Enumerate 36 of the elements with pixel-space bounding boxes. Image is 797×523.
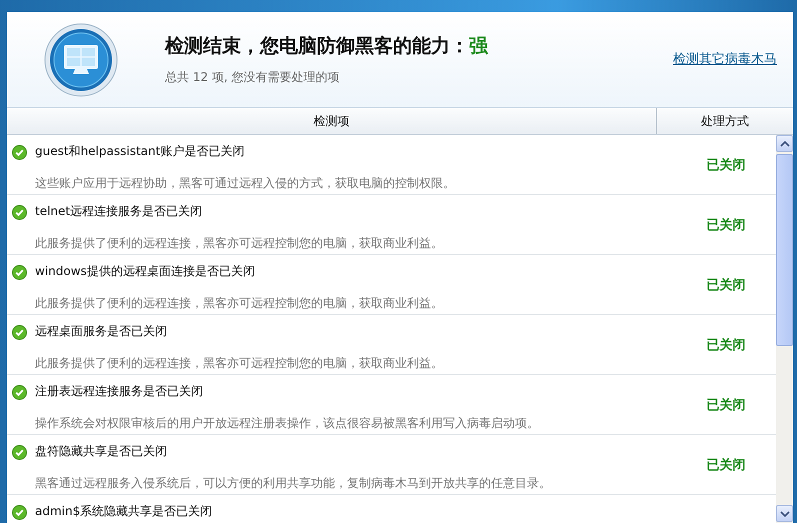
check-icon xyxy=(12,385,27,400)
check-item-description: 此服务提供了便利的远程连接，黑客亦可远程控制您的电脑，获取商业利益。 xyxy=(35,235,444,252)
check-item-title: 远程桌面服务是否已关闭 xyxy=(35,323,168,340)
check-item-title: admin$系统隐藏共享是否已关闭 xyxy=(35,503,214,520)
monitor-shield-icon xyxy=(44,22,118,96)
check-item-description: 这些账户应用于远程协助，黑客可通过远程入侵的方式，获取电脑的控制权限。 xyxy=(35,175,456,192)
check-icon xyxy=(12,505,27,520)
check-item-description: 操作系统会对权限审核后的用户开放远程注册表操作，该点很容易被黑客利用写入病毒启动项。 xyxy=(35,415,540,432)
column-header: 检测项 xyxy=(7,108,657,134)
check-item-description: 黑客通过远程服务入侵系统后，可以方便的利用共享功能，复制病毒木马到开放共享的任意目录。 xyxy=(35,475,552,492)
check-icon xyxy=(12,205,27,220)
status-text: 已关闭 xyxy=(706,276,746,294)
check-icon xyxy=(12,445,27,460)
scrollbar-thumb[interactable] xyxy=(776,154,793,346)
check-item-title: 盘符隐藏共享是否已关闭 xyxy=(35,443,168,460)
check-item-description: 此服务提供了便利的远程连接，黑客亦可远程控制您的电脑，获取商业利益。 xyxy=(35,355,444,372)
check-icon xyxy=(12,325,27,340)
scroll-down-icon[interactable] xyxy=(776,505,793,522)
status-text: 已关闭 xyxy=(706,456,746,474)
status-text: 已关闭 xyxy=(706,336,746,354)
summary-text: 总共 12 项, 您没有需要处理的项 xyxy=(165,69,341,86)
status-text: 已关闭 xyxy=(706,216,746,234)
scrollbar[interactable] xyxy=(776,135,793,523)
status-text: 已关闭 xyxy=(706,156,746,174)
scan-other-link[interactable]: 检测其它病毒木马 xyxy=(673,50,777,68)
check-item-title: telnet远程连接服务是否已关闭 xyxy=(35,203,204,220)
result-title: 检测结束，您电脑防御黑客的能力：强 xyxy=(165,34,489,59)
column-header: 处理方式 xyxy=(700,112,750,130)
check-icon xyxy=(12,145,27,160)
check-icon xyxy=(12,265,27,280)
status-text: 已关闭 xyxy=(706,396,746,414)
check-item-title: 注册表远程连接服务是否已关闭 xyxy=(35,383,204,400)
check-item-title: windows提供的远程桌面连接是否已关闭 xyxy=(35,263,256,280)
scroll-up-icon[interactable] xyxy=(776,135,793,152)
check-item-description: 此服务提供了便利的远程连接，黑客亦可远程控制您的电脑，获取商业利益。 xyxy=(35,295,444,312)
check-item-title: guest和helpassistant账户是否已关闭 xyxy=(35,143,246,160)
